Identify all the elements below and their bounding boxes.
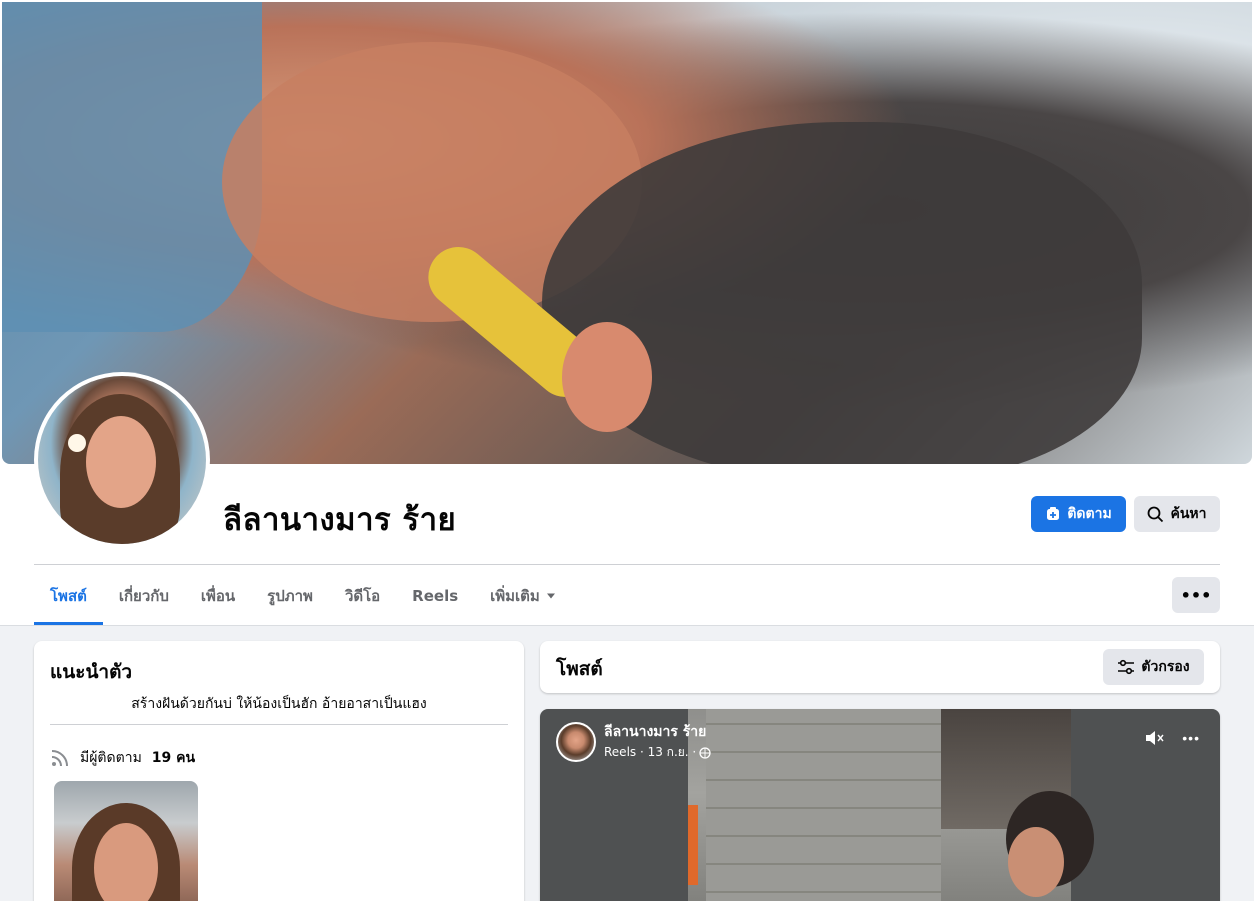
- reel-author-name[interactable]: ลีลานางมาร ร้าย: [604, 721, 711, 743]
- followers-row: มีผู้ติดตาม 19 คน: [50, 747, 195, 769]
- posts-header-card: โพสต์ ตัวกรอง: [540, 641, 1220, 693]
- follow-label: ติดตาม: [1067, 506, 1112, 522]
- intro-card: แนะนำตัว สร้างฝันด้วยกันบ่ ให้น้องเป็นฮั…: [34, 641, 524, 901]
- reel-header: ลีลานางมาร ร้าย Reels · 13 ก.ย. ·: [556, 721, 711, 762]
- reel-author-avatar[interactable]: [556, 721, 596, 762]
- reel-video[interactable]: [688, 709, 1094, 901]
- globe-icon: [699, 746, 711, 759]
- intro-divider: [50, 724, 508, 725]
- profile-avatar[interactable]: [34, 372, 210, 548]
- intro-bio: สร้างฝันด้วยกันบ่ ให้น้องเป็นฮัก อ้ายอาส…: [131, 696, 427, 712]
- tab-photos[interactable]: รูปภาพ: [251, 566, 329, 625]
- tab-friends[interactable]: เพื่อน: [185, 566, 251, 625]
- reel-more-button[interactable]: •••: [1182, 730, 1200, 746]
- caret-down-icon: [546, 593, 556, 599]
- search-icon: [1147, 506, 1164, 523]
- posts-title: โพสต์: [556, 658, 603, 680]
- tab-posts[interactable]: โพสต์: [34, 566, 103, 625]
- filter-label: ตัวกรอง: [1141, 659, 1190, 675]
- speaker-muted-icon[interactable]: [1144, 729, 1166, 747]
- profile-name: ลีลานางมาร ร้าย: [223, 502, 457, 538]
- reel-actions: •••: [1144, 729, 1200, 747]
- intro-title: แนะนำตัว: [50, 661, 133, 683]
- followers-prefix: มีผู้ติดตาม: [80, 750, 142, 766]
- profile-tabs: โพสต์ เกี่ยวกับ เพื่อน รูปภาพ วิดีโอ Ree…: [34, 566, 572, 625]
- followers-count[interactable]: 19 คน: [152, 747, 195, 769]
- tab-more[interactable]: เพิ่มเติม: [474, 566, 572, 625]
- search-label: ค้นหา: [1170, 506, 1207, 522]
- cover-photo[interactable]: [2, 2, 1252, 464]
- header-divider: [34, 564, 1220, 565]
- more-dots-icon: •••: [1180, 585, 1212, 605]
- follow-button[interactable]: ติดตาม: [1031, 496, 1126, 532]
- tab-reels[interactable]: Reels: [396, 566, 474, 625]
- reel-post[interactable]: ลีลานางมาร ร้าย Reels · 13 ก.ย. · •••: [540, 709, 1220, 901]
- filter-button[interactable]: ตัวกรอง: [1103, 649, 1204, 685]
- filter-sliders-icon: [1117, 659, 1135, 675]
- user-plus-icon: [1045, 506, 1061, 522]
- tab-about[interactable]: เกี่ยวกับ: [103, 566, 185, 625]
- tab-videos[interactable]: วิดีโอ: [329, 566, 396, 625]
- reel-meta: Reels · 13 ก.ย. ·: [604, 743, 711, 762]
- more-options-button[interactable]: •••: [1172, 577, 1220, 613]
- search-button[interactable]: ค้นหา: [1134, 496, 1220, 532]
- rss-icon: [50, 748, 70, 768]
- featured-photo[interactable]: [54, 781, 198, 901]
